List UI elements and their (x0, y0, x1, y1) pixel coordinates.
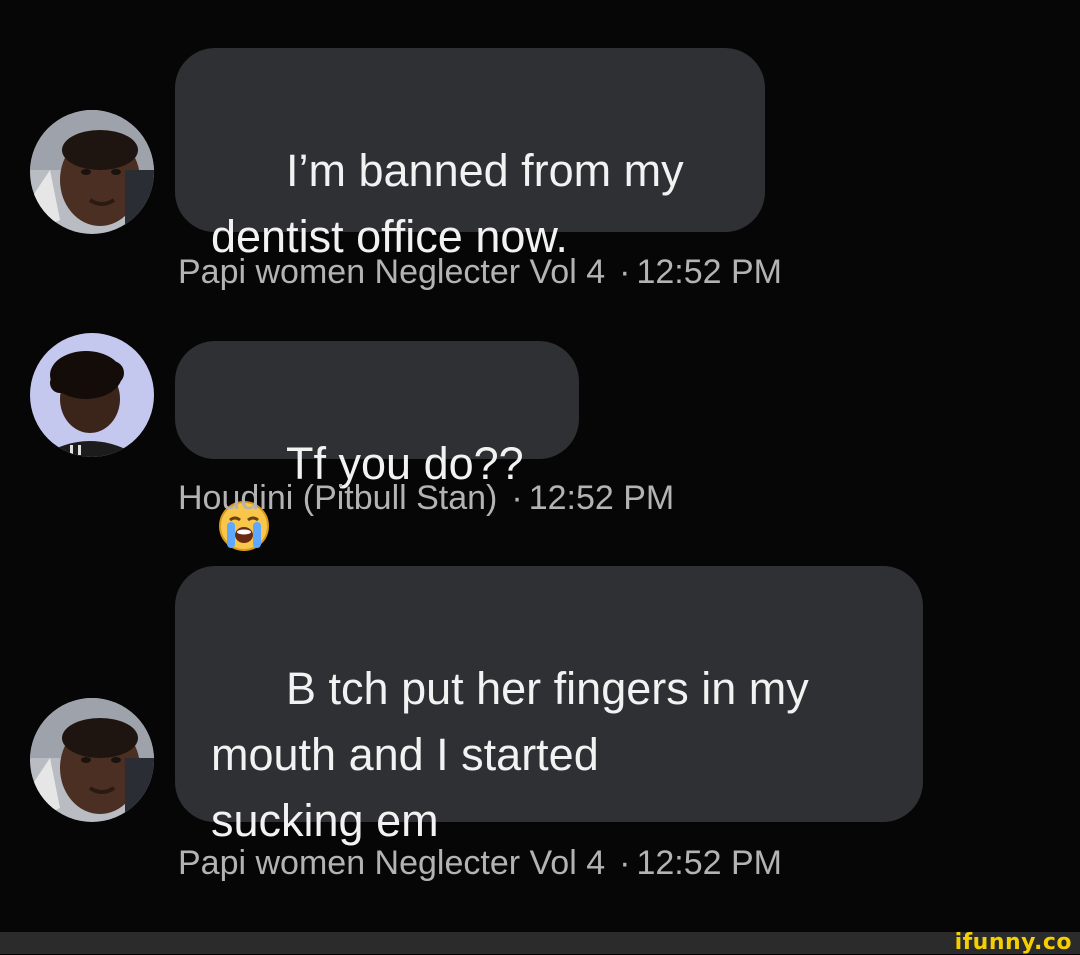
meta-separator: · (619, 844, 631, 882)
watermark-bar: ifunny.co (0, 932, 1080, 954)
avatar[interactable] (30, 698, 154, 822)
message-bubble[interactable]: B tch put her fingers in my mouth and I … (175, 566, 923, 846)
meta-separator: · (511, 479, 523, 517)
message-meta: Houdini (Pitbull Stan) · 12:52 PM (178, 478, 674, 518)
profile-photo-curly-hair-icon (30, 333, 154, 457)
timestamp: 12:52 PM (528, 479, 675, 517)
meta-separator: · (619, 253, 631, 291)
sender-name[interactable]: Papi women Neglecter Vol 4 (178, 844, 605, 882)
avatar[interactable] (30, 110, 154, 234)
message-meta: Papi women Neglecter Vol 4 · 12:52 PM (178, 843, 782, 883)
profile-photo-man-icon (30, 110, 154, 234)
message-text: I’m banned from my dentist office now. (211, 145, 684, 262)
timestamp: 12:52 PM (636, 844, 782, 882)
message-meta: Papi women Neglecter Vol 4 · 12:52 PM (178, 252, 782, 292)
chat-thread: I’m banned from my dentist office now. P… (0, 0, 1080, 932)
timestamp: 12:52 PM (636, 253, 782, 291)
sender-name[interactable]: Houdini (Pitbull Stan) (178, 479, 497, 517)
message-bubble[interactable]: I’m banned from my dentist office now. (175, 48, 765, 262)
watermark-logo: ifunny.co (954, 930, 1072, 955)
sender-name[interactable]: Papi women Neglecter Vol 4 (178, 253, 605, 291)
avatar[interactable] (30, 333, 154, 457)
profile-photo-man-icon (30, 698, 154, 822)
message-text: B tch put her fingers in my mouth and I … (211, 663, 809, 846)
message-bubble[interactable]: Tf you do?? (175, 341, 579, 551)
